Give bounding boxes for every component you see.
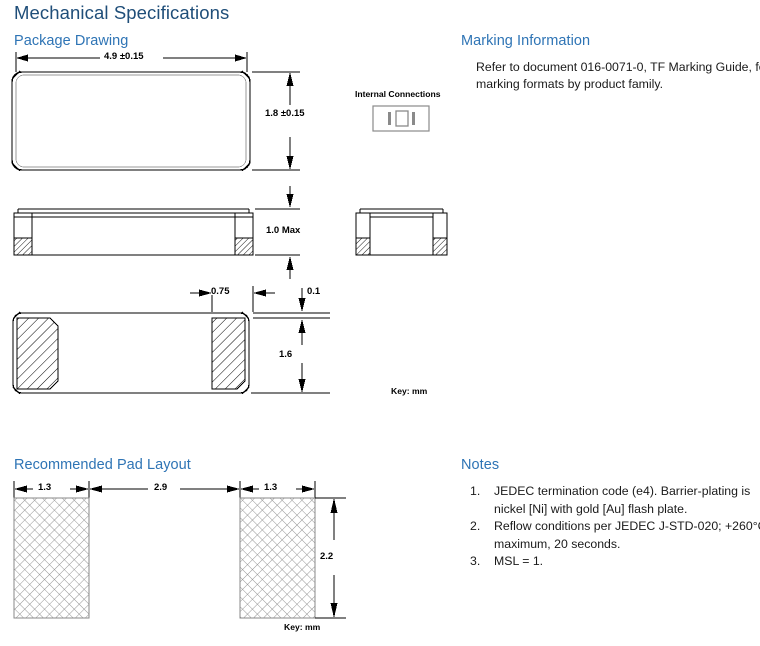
note-item-2: 2. Reflow conditions per JEDEC J-STD-020…: [466, 518, 760, 553]
marking-information-line-1: Refer to document 016-0071-0, TF Marking…: [476, 60, 760, 74]
datasheet-page: Mechanical Specifications Package Drawin…: [0, 0, 760, 646]
pad-dimension-height: 2.2: [320, 551, 334, 562]
internal-connections-symbol: [372, 105, 430, 132]
note-text-2-line-1: Reflow conditions per JEDEC J-STD-020; +…: [494, 519, 760, 533]
note-item-1: 1. JEDEC termination code (e4). Barrier-…: [466, 483, 760, 518]
pad-dimension-right: 1.3: [264, 482, 278, 493]
note-number-3: 3.: [470, 554, 481, 568]
dimension-width: 1.8 ±0.15: [265, 108, 305, 119]
section-heading-notes: Notes: [461, 457, 500, 473]
page-title: Mechanical Specifications: [14, 2, 230, 23]
dimension-standoff: 0.1: [307, 286, 321, 297]
note-text-1-line-1: JEDEC termination code (e4). Barrier-pla…: [494, 484, 751, 498]
dimension-height: 1.0 Max: [266, 225, 301, 236]
pad-layout-key: Key: mm: [284, 622, 321, 632]
package-drawing-key: Key: mm: [391, 386, 428, 396]
note-number-2: 2.: [470, 519, 481, 533]
section-heading-marking-information: Marking Information: [461, 33, 591, 49]
dimension-pad-span: 1.6: [279, 349, 293, 360]
note-item-3: 3. MSL = 1.: [466, 553, 760, 571]
dimension-pad-width: 0.75: [211, 286, 230, 297]
pad-dimension-left: 1.3: [38, 482, 52, 493]
note-number-1: 1.: [470, 484, 481, 498]
note-text-3-line-1: MSL = 1.: [494, 554, 544, 568]
note-text-2-line-2: maximum, 20 seconds.: [494, 536, 621, 551]
notes-list: 1. JEDEC termination code (e4). Barrier-…: [466, 483, 760, 571]
marking-information-line-2: marking formats by product family.: [476, 77, 664, 91]
pad-dimension-gap: 2.9: [154, 482, 168, 493]
dimension-length: 4.9 ±0.15: [104, 51, 144, 62]
section-heading-package-drawing: Package Drawing: [14, 33, 129, 49]
section-heading-pad-layout: Recommended Pad Layout: [14, 457, 191, 473]
internal-connections-label: Internal Connections: [355, 89, 441, 99]
note-text-1-line-2: nickel [Ni] with gold [Au] flash plate.: [494, 501, 688, 516]
